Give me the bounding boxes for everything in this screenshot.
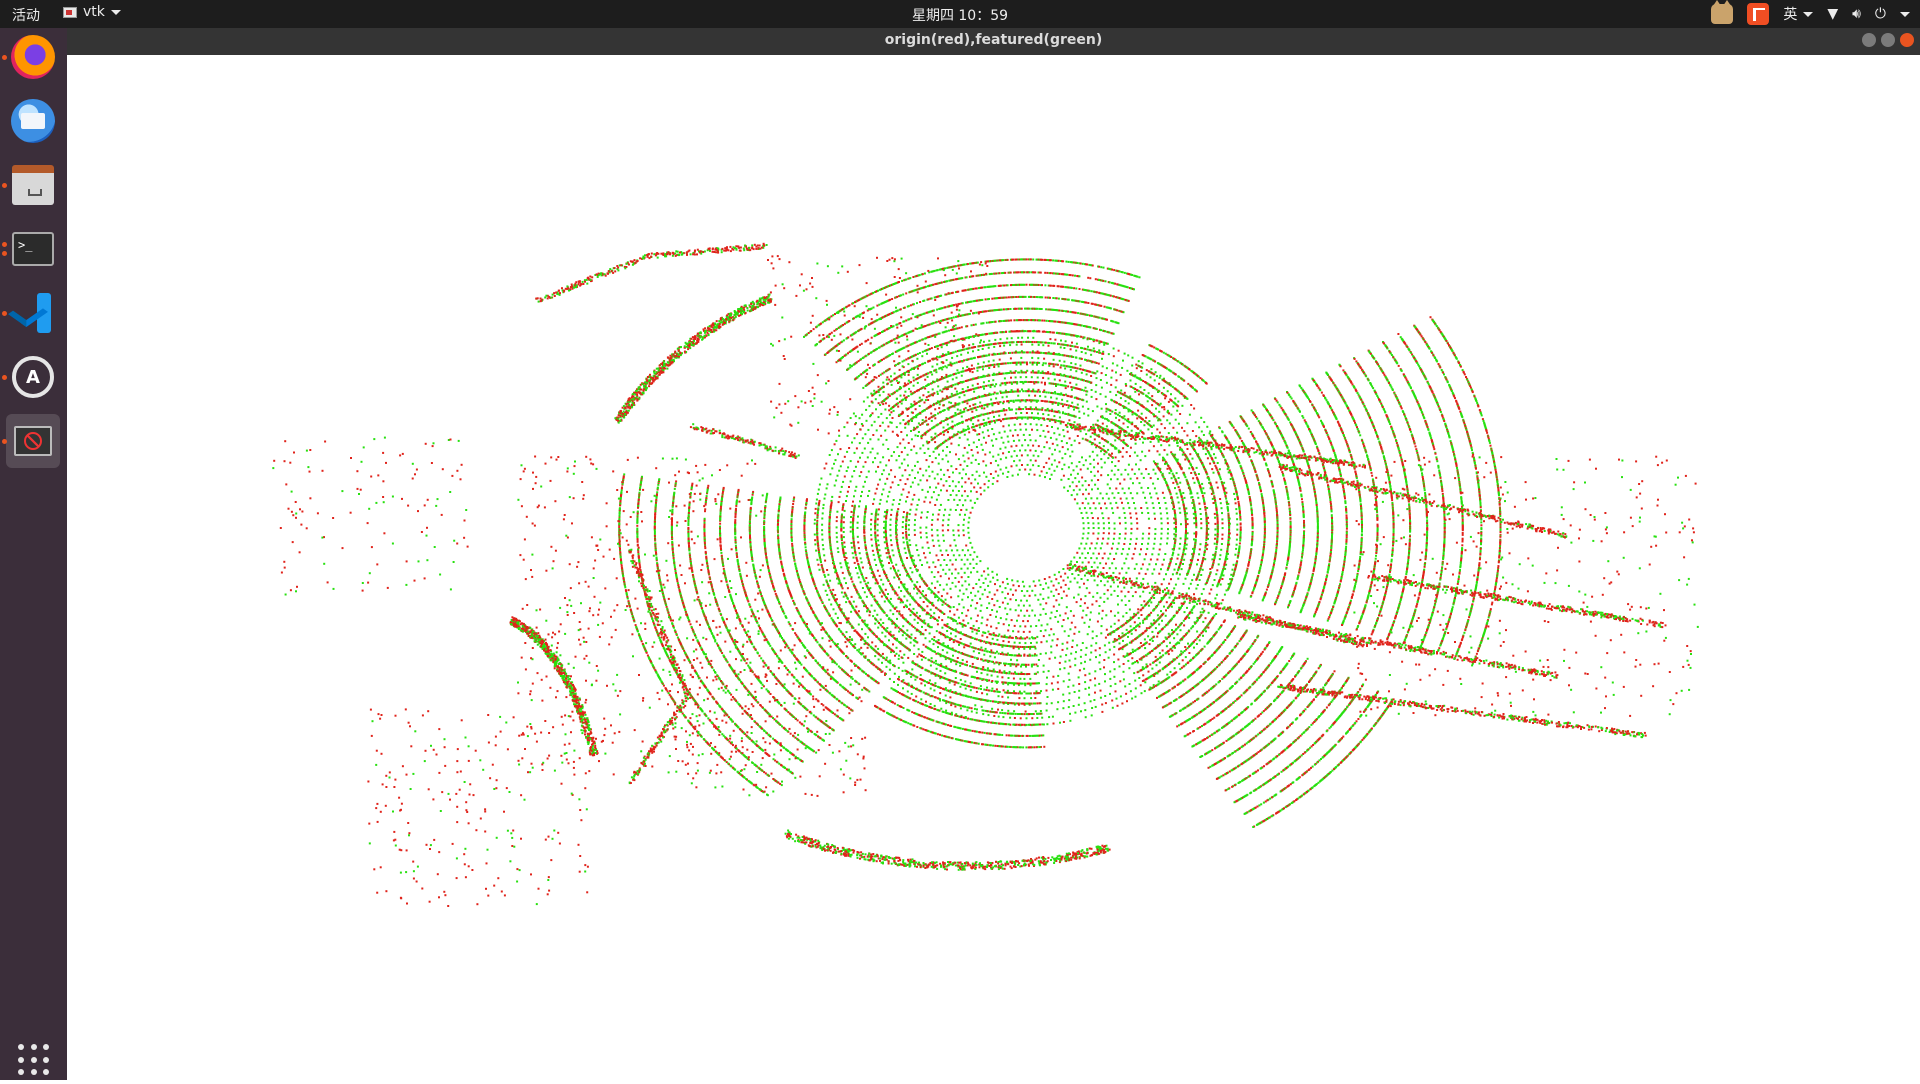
window-title: origin(red),featured(green)	[67, 32, 1920, 48]
chevron-down-icon	[111, 10, 121, 15]
grid-dot-icon	[43, 1069, 49, 1075]
input-method-menu[interactable]: 英	[1783, 4, 1813, 24]
vtk-app-icon	[63, 7, 77, 18]
power-icon[interactable]: ⏻	[1875, 6, 1886, 22]
grid-dot-icon	[43, 1044, 49, 1050]
window-titlebar[interactable]: origin(red),featured(green)	[67, 28, 1920, 55]
close-button[interactable]	[1900, 33, 1914, 47]
show-applications-button[interactable]	[18, 1044, 50, 1076]
cat-tray-icon[interactable]	[1711, 4, 1733, 24]
running-indicator	[2, 375, 7, 380]
point-cloud[interactable]	[67, 55, 1920, 1080]
grid-dot-icon	[18, 1069, 24, 1075]
dock: >_ A	[0, 28, 67, 1080]
dock-item-terminal[interactable]: >_	[6, 222, 60, 276]
vtk-window-icon	[14, 426, 52, 456]
running-indicator	[2, 251, 7, 256]
dock-item-software-updater[interactable]: A	[6, 350, 60, 404]
terminal-icon: >_	[12, 232, 54, 266]
top-bar: 活动 vtk 星期四 10：59 英 ▼ 🔊︎ ⏻	[0, 0, 1920, 28]
dock-item-thunderbird[interactable]	[6, 94, 60, 148]
grid-dot-icon	[18, 1044, 24, 1050]
minimize-button[interactable]	[1862, 33, 1876, 47]
vtk-render-view[interactable]	[67, 55, 1920, 1080]
software-updater-icon: A	[12, 356, 54, 398]
files-icon	[12, 165, 54, 205]
chevron-down-icon[interactable]	[1900, 12, 1910, 17]
dock-item-vtk-window[interactable]	[6, 414, 60, 468]
app-menu[interactable]: vtk	[63, 4, 121, 20]
input-method-label: 英	[1783, 4, 1797, 24]
grid-dot-icon	[18, 1057, 24, 1063]
flag-tray-icon[interactable]	[1747, 3, 1769, 25]
running-indicator	[2, 439, 7, 444]
running-indicator	[2, 55, 7, 60]
running-indicator	[2, 183, 7, 188]
maximize-button[interactable]	[1881, 33, 1895, 47]
grid-dot-icon	[31, 1057, 37, 1063]
activities-button[interactable]: 活动	[12, 5, 40, 25]
volume-icon[interactable]: 🔊︎	[1852, 6, 1861, 22]
clock[interactable]: 星期四 10：59	[912, 8, 1008, 24]
vscode-icon	[11, 291, 55, 335]
thunderbird-icon	[11, 99, 55, 143]
running-indicator	[2, 242, 7, 247]
system-tray: 英 ▼ 🔊︎ ⏻	[1711, 3, 1910, 25]
grid-dot-icon	[31, 1069, 37, 1075]
dock-item-files[interactable]	[6, 158, 60, 212]
running-indicator	[2, 311, 7, 316]
wifi-icon[interactable]: ▼	[1827, 6, 1838, 22]
dock-item-vscode[interactable]	[6, 286, 60, 340]
dock-item-firefox[interactable]	[6, 30, 60, 84]
grid-dot-icon	[31, 1044, 37, 1050]
firefox-icon	[11, 35, 55, 79]
grid-dot-icon	[43, 1057, 49, 1063]
chevron-down-icon	[1803, 12, 1813, 17]
app-menu-label: vtk	[83, 4, 105, 20]
